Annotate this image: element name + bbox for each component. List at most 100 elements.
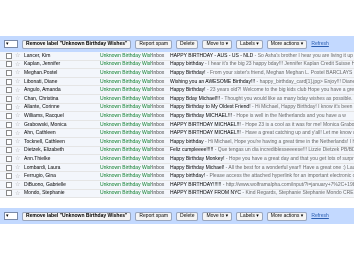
label-chip[interactable]: Unknown Birthday Wishes (100, 104, 152, 110)
star-icon[interactable]: ☆ (15, 61, 22, 68)
row-checkbox[interactable] (6, 112, 12, 119)
star-icon[interactable]: ☆ (15, 181, 22, 188)
move-to-dropdown[interactable]: Move to ▾ (202, 211, 233, 221)
row-checkbox[interactable] (6, 164, 12, 171)
email-row[interactable]: ☆Grabowski, Monica Unknown Birthday Wishe… (0, 120, 354, 130)
label-chip[interactable]: Unknown Birthday Wishes (100, 182, 152, 188)
email-row[interactable]: ☆Dietzek, Elizabeth Unknown Birthday Wish… (0, 146, 354, 156)
folder-chip[interactable]: Inbox (152, 173, 170, 179)
row-checkbox[interactable] (6, 190, 12, 197)
email-row[interactable]: ☆Angulo, Amanda Unknown Birthday WishesIn… (0, 86, 354, 95)
email-row[interactable]: ☆Tocknell, Cathleen Unknown Birthday Wish… (0, 137, 354, 147)
folder-chip[interactable]: Inbox (152, 122, 170, 128)
select-dropdown[interactable]: ▾ (4, 212, 18, 220)
label-chip[interactable]: Unknown Birthday Wishes (100, 53, 152, 59)
folder-chip[interactable]: Inbox (152, 147, 170, 153)
folder-chip[interactable]: Inbox (152, 113, 170, 119)
folder-chip[interactable]: Inbox (152, 79, 170, 85)
label-chip[interactable]: Unknown Birthday Wishes (100, 96, 152, 102)
email-row[interactable]: ☆Ann.Thielke Unknown Birthday WishesInbox… (0, 155, 354, 164)
label-chip[interactable]: Unknown Birthday Wishes (100, 122, 152, 128)
email-subject-line[interactable]: Feliz cumpleeee!!!!! - Que tengas un dia… (170, 147, 354, 153)
email-row[interactable]: ☆Meghan.Postel Unknown Birthday WishesInb… (0, 69, 354, 78)
label-chip[interactable]: Unknown Birthday Wishes (100, 70, 152, 76)
row-checkbox[interactable] (6, 87, 12, 94)
folder-chip[interactable]: Inbox (152, 104, 170, 110)
star-icon[interactable]: ☆ (15, 52, 22, 59)
row-checkbox[interactable] (6, 78, 12, 85)
label-chip[interactable]: Unknown Birthday Wishes (100, 79, 152, 85)
label-chip[interactable]: Unknown Birthday Wishes (100, 147, 152, 153)
refresh-link[interactable]: Refresh (311, 213, 329, 219)
email-row[interactable]: ☆Libonati, Diane Unknown Birthday WishesI… (0, 77, 354, 87)
star-icon[interactable]: ☆ (15, 69, 22, 76)
label-chip[interactable]: Unknown Birthday Wishes (100, 139, 152, 145)
remove-label-button[interactable]: Remove label "Unknown Birthday Wishes" (22, 211, 132, 221)
star-icon[interactable]: ☆ (15, 138, 22, 145)
row-checkbox[interactable] (6, 173, 12, 180)
row-checkbox[interactable] (6, 147, 12, 154)
folder-chip[interactable]: Inbox (152, 53, 170, 59)
more-actions-dropdown[interactable]: More actions ▾ (266, 211, 308, 221)
select-dropdown[interactable]: ▾ (4, 40, 18, 48)
folder-chip[interactable]: Inbox (152, 61, 170, 67)
star-icon[interactable]: ☆ (15, 147, 22, 154)
email-row[interactable]: ☆Kaplan, Jennifer Unknown Birthday Wishes… (0, 60, 354, 70)
email-subject-line[interactable]: HAPPY BIRTHDAY MICHAEL!!! - Hope 23 is a… (170, 122, 354, 128)
email-subject-line[interactable]: HAPPY BIRTHDAY - AUS - US - NLD - So Ash… (170, 53, 354, 59)
email-subject-line[interactable]: Wishing you an AWESOME Birthday!!! - hap… (170, 79, 354, 85)
star-icon[interactable]: ☆ (15, 164, 22, 171)
star-icon[interactable]: ☆ (15, 121, 22, 128)
folder-chip[interactable]: Inbox (152, 130, 170, 136)
email-row[interactable]: ☆Ahn, Cathleen Unknown Birthday WishesInb… (0, 129, 354, 138)
row-checkbox[interactable] (6, 52, 12, 59)
email-subject-line[interactable]: Happy birthday - Hi Michael, Hope you're… (170, 139, 354, 145)
email-subject-line[interactable]: Happy birthday - I hear it's the big 23 … (170, 61, 354, 67)
email-subject-line[interactable]: Happy Birthday Michael! - All the best f… (170, 165, 354, 171)
star-icon[interactable]: ☆ (15, 78, 22, 85)
labels-dropdown[interactable]: Labels ▾ (236, 39, 263, 49)
more-actions-dropdown[interactable]: More actions ▾ (266, 39, 308, 49)
label-chip[interactable]: Unknown Birthday Wishes (100, 61, 152, 67)
folder-chip[interactable]: Inbox (152, 156, 170, 162)
email-row[interactable]: ☆Lombardi, Laura Unknown Birthday WishesI… (0, 163, 354, 173)
star-icon[interactable]: ☆ (15, 130, 22, 137)
row-checkbox[interactable] (6, 69, 12, 76)
labels-dropdown[interactable]: Labels ▾ (236, 211, 263, 221)
row-checkbox[interactable] (6, 61, 12, 68)
email-subject-line[interactable]: Happy Bday Michael!!! - Thought you woul… (170, 96, 354, 102)
row-checkbox[interactable] (6, 181, 12, 188)
email-subject-line[interactable]: Happy birthday! - Please access the atta… (170, 173, 354, 179)
label-chip[interactable]: Unknown Birthday Wishes (100, 156, 152, 162)
folder-chip[interactable]: Inbox (152, 165, 170, 171)
email-subject-line[interactable]: Happy Birthday! - 23 years old?! Welcome… (170, 87, 354, 93)
label-chip[interactable]: Unknown Birthday Wishes (100, 87, 152, 93)
folder-chip[interactable]: Inbox (152, 190, 170, 196)
email-row[interactable]: ☆Williams, Racquel Unknown Birthday Wishe… (0, 112, 354, 121)
refresh-link[interactable]: Refresh (311, 41, 329, 47)
row-checkbox[interactable] (6, 121, 12, 128)
email-subject-line[interactable]: HAPPY BIRTHDAY!!!!!! - http://www.wolfra… (170, 182, 354, 188)
star-icon[interactable]: ☆ (15, 95, 22, 102)
star-icon[interactable]: ☆ (15, 173, 22, 180)
email-subject-line[interactable]: Happy Birthday Monkey! - Hope you have a… (170, 156, 354, 162)
email-row[interactable]: ☆DiBuono, Gabrielle Unknown Birthday Wish… (0, 180, 354, 190)
report-spam-button[interactable]: Report spam (135, 211, 173, 221)
folder-chip[interactable]: Inbox (152, 182, 170, 188)
label-chip[interactable]: Unknown Birthday Wishes (100, 113, 152, 119)
folder-chip[interactable]: Inbox (152, 96, 170, 102)
star-icon[interactable]: ☆ (15, 112, 22, 119)
email-row[interactable]: ☆Lancer, Kim Unknown Birthday WishesInbox… (0, 52, 354, 61)
remove-label-button[interactable]: Remove label "Unknown Birthday Wishes" (22, 39, 132, 49)
row-checkbox[interactable] (6, 155, 12, 162)
delete-button[interactable]: Delete (176, 211, 199, 221)
email-row[interactable]: ☆Ferrugio, Gina Unknown Birthday WishesIn… (0, 172, 354, 181)
email-row[interactable]: ☆Mondo, Stephanie Unknown Birthday Wishes… (0, 189, 354, 199)
email-subject-line[interactable]: Happy Birthday MICHAEL!!! - Hope is well… (170, 113, 346, 119)
delete-button[interactable]: Delete (176, 39, 199, 49)
folder-chip[interactable]: Inbox (152, 87, 170, 93)
star-icon[interactable]: ☆ (15, 87, 22, 94)
row-checkbox[interactable] (6, 104, 12, 111)
email-subject-line[interactable]: Happy Birthday! - From your sister's fri… (170, 70, 354, 76)
row-checkbox[interactable] (6, 138, 12, 145)
